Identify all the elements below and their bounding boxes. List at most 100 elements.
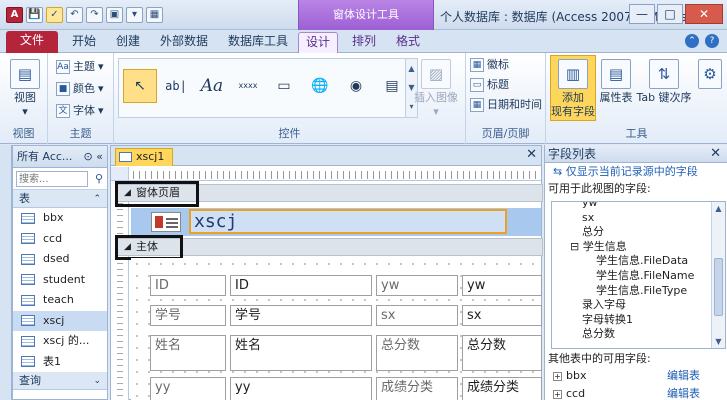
label-grade-category[interactable]: 成绩分类 — [376, 377, 458, 400]
more-tools-button[interactable]: ⚙ — [696, 59, 724, 91]
field-yy[interactable]: yy — [230, 377, 372, 400]
field-item[interactable]: 录入字母 — [552, 298, 725, 313]
undo-icon[interactable]: ↶ — [66, 7, 83, 23]
tab-format[interactable]: 格式 — [388, 32, 428, 53]
scroll-thumb[interactable] — [714, 258, 723, 316]
logo-button[interactable]: ▦ 徽标 — [470, 57, 509, 73]
view-button[interactable]: ▤ 视图 ▾ — [8, 59, 42, 119]
tab-database-tools[interactable]: 数据库工具 — [220, 32, 296, 53]
tab-file[interactable]: 文件 — [6, 31, 58, 53]
tab-create[interactable]: 创建 — [108, 32, 148, 53]
datetime-button[interactable]: ▦ 日期和时间 — [470, 97, 542, 113]
field-item[interactable]: 学生信息.FileName — [552, 269, 725, 284]
field-item[interactable]: 学生信息.FileData — [552, 254, 725, 269]
fonts-button[interactable]: 文字体 ▾ — [56, 103, 104, 119]
tab-control-icon[interactable]: ▭ — [267, 69, 301, 103]
show-current-source-link[interactable]: ⇆ 仅显示当前记录源中的字段 — [545, 163, 727, 181]
themes-button[interactable]: Aa 主题 ▾ — [56, 59, 104, 75]
property-sheet-button[interactable]: ▤ 属性表 — [598, 59, 634, 105]
field-total-score[interactable]: 总分数 — [462, 335, 542, 371]
nav-item-student[interactable]: student — [13, 270, 107, 291]
field-item[interactable]: 字母转换1 — [552, 313, 725, 328]
field-student-id[interactable]: 学号 — [230, 305, 372, 326]
nav-item-xscj-copy[interactable]: xscj 的... — [13, 331, 107, 352]
label-yy[interactable]: yy — [150, 377, 226, 400]
nav-item-bbx[interactable]: bbx — [13, 208, 107, 229]
tab-arrange[interactable]: 排列 — [344, 32, 384, 53]
nav-section-tables[interactable]: 表 ⌃ — [13, 190, 107, 208]
nav-pane-header[interactable]: 所有 Acc... ⊙ « — [13, 146, 107, 168]
hyperlink-globe-icon[interactable]: 🌐 — [303, 69, 337, 103]
label-sx[interactable]: sx — [376, 305, 458, 326]
close-button[interactable]: ✕ — [685, 4, 723, 24]
nav-item-dsed[interactable]: dsed — [13, 249, 107, 270]
insert-image-button[interactable]: ▨ 插入图像 ▾ — [414, 59, 458, 119]
access-app-icon[interactable]: A — [6, 7, 23, 23]
label-total-score[interactable]: 总分数 — [376, 335, 458, 371]
tab-design[interactable]: 设计 — [298, 32, 338, 53]
scroll-down-icon[interactable]: ▼ — [712, 335, 725, 348]
edit-table-link[interactable]: 编辑表 — [667, 367, 700, 385]
document-tab-xscj1[interactable]: xscj1 — [115, 148, 173, 166]
nav-item-table1[interactable]: 表1 — [13, 352, 107, 373]
tab-external-data[interactable]: 外部数据 — [152, 32, 216, 53]
scroll-up-icon[interactable]: ▲ — [712, 202, 725, 215]
chevron-up-icon[interactable]: ⌃ — [93, 190, 101, 208]
other-table-bbx[interactable]: + bbx 编辑表 — [545, 367, 727, 385]
checkmark-icon[interactable]: ✓ — [46, 7, 63, 23]
form-view-icon[interactable]: ▣ — [106, 7, 123, 23]
maximize-button[interactable]: □ — [657, 4, 683, 24]
field-name[interactable]: 姓名 — [230, 335, 372, 371]
tab-order-button[interactable]: ⇅ Tab 键次序 — [636, 59, 692, 105]
field-item[interactable]: yw — [552, 202, 725, 211]
tab-home[interactable]: 开始 — [64, 32, 104, 53]
expand-icon[interactable]: + — [553, 389, 562, 399]
option-group-icon[interactable]: ▤ — [375, 69, 409, 103]
label-control-icon[interactable]: Aa — [195, 69, 229, 103]
save-icon[interactable]: 💾 — [26, 7, 43, 23]
expand-icon[interactable]: + — [553, 371, 562, 381]
field-item[interactable]: 总分 — [552, 225, 725, 240]
collapse-ribbon-icon[interactable]: ⌃ — [685, 34, 699, 48]
textbox-control-icon[interactable]: ab| — [159, 69, 193, 103]
colors-button[interactable]: ■ 颜色 ▾ — [56, 81, 104, 97]
customize-dropdown-icon[interactable]: ▾ — [126, 7, 143, 23]
navigation-control-icon[interactable]: ◉ — [339, 69, 373, 103]
redo-icon[interactable]: ↷ — [86, 7, 103, 23]
field-grade-category[interactable]: 成绩分类 — [462, 377, 542, 400]
close-pane-icon[interactable]: ✕ — [710, 145, 721, 163]
nav-collapse-icon[interactable]: ⊙ « — [84, 146, 103, 168]
chevron-down-icon[interactable]: ⌄ — [93, 372, 101, 390]
select-pointer-icon[interactable]: ↖ — [123, 69, 157, 103]
nav-item-xscj[interactable]: xscj — [13, 310, 107, 331]
label-yw[interactable]: yw — [376, 275, 458, 296]
label-name[interactable]: 姓名 — [150, 335, 226, 371]
add-existing-fields-button[interactable]: ▥ 添加 现有字段 — [550, 55, 596, 121]
button-control-icon[interactable]: xxxx — [231, 69, 265, 103]
field-list-scrollbar[interactable]: ▲ ▼ — [711, 202, 725, 348]
field-id[interactable]: ID — [230, 275, 372, 296]
nav-item-ccd[interactable]: ccd — [13, 229, 107, 250]
field-item-group[interactable]: ⊟ 学生信息 — [552, 240, 725, 255]
field-sx[interactable]: sx — [462, 305, 542, 326]
field-yw[interactable]: yw — [462, 275, 542, 296]
nav-search-input[interactable] — [16, 171, 88, 187]
other-table-ccd[interactable]: + ccd 编辑表 — [545, 385, 727, 400]
nav-item-teach[interactable]: teach — [13, 290, 107, 311]
form-selector[interactable] — [111, 167, 129, 181]
form-title-textbox[interactable]: xscj — [189, 209, 507, 234]
search-icon[interactable]: ⚲ — [95, 172, 103, 185]
label-id[interactable]: ID — [150, 275, 226, 296]
nav-section-queries[interactable]: 查询 ⌄ — [13, 372, 107, 390]
field-item[interactable]: sx — [552, 211, 725, 226]
edit-table-link[interactable]: 编辑表 — [667, 385, 700, 400]
label-student-id[interactable]: 学号 — [150, 305, 226, 326]
title-button[interactable]: ▭ 标题 — [470, 77, 509, 93]
help-icon[interactable]: ? — [705, 34, 719, 48]
field-item[interactable]: 总分数 — [552, 327, 725, 342]
logo-placeholder[interactable] — [151, 212, 181, 232]
close-document-icon[interactable]: ✕ — [526, 147, 537, 162]
field-item[interactable]: 学生信息.FileType — [552, 284, 725, 299]
minimize-button[interactable]: — — [629, 4, 655, 24]
grid-icon[interactable]: ▦ — [146, 7, 163, 23]
